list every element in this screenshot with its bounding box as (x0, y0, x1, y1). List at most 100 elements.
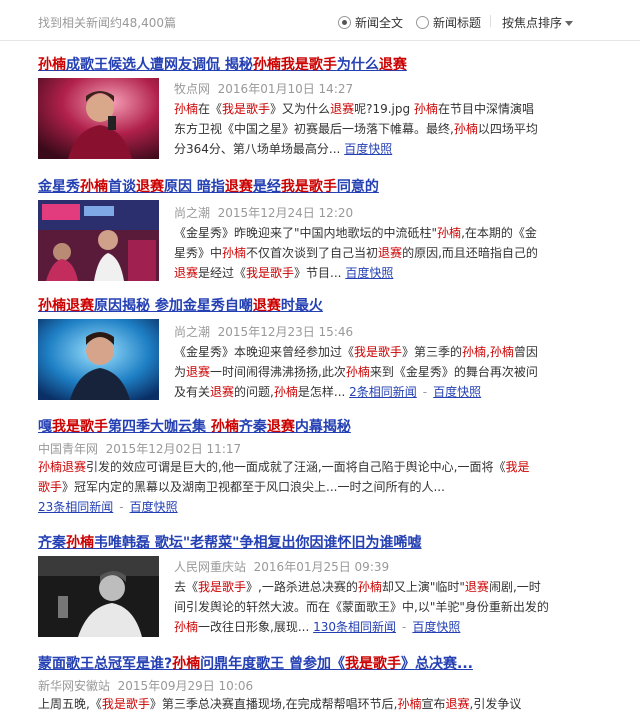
result-links: 23条相同新闻 - 百度快照 (38, 497, 583, 517)
snippet-line: 东方卫视《中国之星》初赛最后一场落下帷幕。最终,孙楠以四场平均 (174, 119, 599, 139)
thumbnail-image[interactable] (38, 78, 159, 159)
related-news-link[interactable]: 2条相同新闻 (349, 385, 417, 399)
result-snippet: 上周五晚,《我是歌手》第三季总决赛直播现场,在完成帮帮唱环节后,孙楠宣布退赛,引… (38, 694, 598, 714)
keyword-highlight: 孙楠 (222, 246, 247, 260)
snippet-text: 却又上演"临时" (381, 580, 465, 594)
keyword-highlight: 退赛 (266, 419, 295, 435)
snippet-text: 曾因 (513, 345, 538, 359)
result-snippet: 孙楠在《我是歌手》又为什么退赛呢?19.jpg 孙楠在节目中深情演唱 东方卫视《中… (174, 99, 599, 159)
result-date: 2015年12月02日 11:17 (105, 442, 242, 456)
keyword-highlight: 孙楠 (80, 179, 108, 195)
thumbnail-image[interactable] (38, 556, 159, 637)
title-text: 齐秦 (238, 419, 267, 435)
snippet-text: 是怎样... (297, 385, 346, 399)
title-text: 首谈 (108, 179, 136, 195)
result-title[interactable]: 孙楠退赛原因揭秘 参加金星秀自嘲退赛时最火 (38, 295, 598, 315)
snippet-text: 星秀》中 (174, 246, 223, 260)
keyword-highlight: 孙楠 (210, 419, 239, 435)
result-source: 尚之潮 (174, 325, 211, 339)
keyword-highlight: 歌手 (38, 480, 63, 494)
result-meta: 尚之潮 2015年12月23日 15:46 (174, 323, 599, 340)
keyword-highlight: 孙楠 (174, 620, 199, 634)
radio-selected-icon[interactable] (338, 16, 351, 29)
snippet-text: 间引发舆论的轩然大波。而在《蒙面歌王》中,以"羊驼"身份重新出发的 (174, 600, 549, 614)
result-title[interactable]: 嘎我是歌手第四季大咖云集 孙楠齐秦退赛内幕揭秘 (38, 416, 598, 436)
result-title[interactable]: 孙楠成歌王候选人遭网友调侃 揭秘孙楠我是歌手为什么退赛 (38, 54, 598, 74)
keyword-highlight: 孙楠 (453, 122, 478, 136)
snippet-text: 来到《金星秀》的舞台再次被问 (369, 365, 538, 379)
keyword-highlight: 孙楠 (273, 385, 298, 399)
radio-unselected-icon[interactable] (416, 16, 429, 29)
snippet-line: 星秀》中孙楠不仅首次谈到了自己当初退赛的原因,而且还暗指自己的 (174, 243, 599, 263)
snippet-text: ,在本期的《金 (461, 226, 537, 240)
snippet-text: 的原因,而且还暗指自己的 (402, 246, 538, 260)
result-meta: 中国青年网 2015年12月02日 11:17 (38, 440, 598, 457)
news-result: 孙楠退赛原因揭秘 参加金星秀自嘲退赛时最火 尚之潮 2015年12月23日 15… (38, 295, 598, 400)
snippet-line: 退赛是经过《我是歌手》节目... 百度快照 (174, 263, 599, 283)
keyword-highlight: 孙楠 (66, 535, 94, 551)
title-text: 成歌王候选人遭网友调侃 揭秘 (66, 57, 253, 73)
title-text: 嘎 (38, 419, 52, 435)
result-title[interactable]: 蒙面歌王总冠军是谁?孙楠问鼎年度歌王 曾参加《我是歌手》总决赛... (38, 653, 598, 673)
keyword-highlight: 退赛 (330, 102, 355, 116)
result-source: 尚之潮 (174, 206, 211, 220)
option-title[interactable]: 新闻标题 (416, 14, 481, 31)
snippet-line: 孙楠一改往日形象,展现... 130条相同新闻 - 百度快照 (174, 617, 599, 637)
search-options-bar: 找到相关新闻约48,400篇 新闻全文 新闻标题 按焦点排序 (0, 0, 640, 41)
snippet-text: 《金星秀》本晚迎来曾经参加过《 (174, 345, 355, 359)
result-source: 新华网安徽站 (38, 679, 111, 693)
keyword-highlight: 我是歌手 (222, 102, 271, 116)
result-title[interactable]: 金星秀孙楠首谈退赛原因 暗指退赛是经我是歌手同意的 (38, 176, 598, 196)
snippet-line: 孙楠退赛引发的效应可谓是巨大的,他一面成就了汪涵,一面将自己陷于舆论中心,一面将… (38, 457, 583, 477)
related-news-link[interactable]: 23条相同新闻 (38, 500, 113, 514)
keyword-highlight: 我是歌手 (280, 57, 337, 73)
keyword-highlight: 孙楠 (357, 580, 382, 594)
snippet-line: 《金星秀》本晚迎来曾经参加过《我是歌手》第三季的孙楠,孙楠曾因 (174, 342, 599, 362)
title-text: 》总决赛... (401, 656, 473, 672)
snippet-text: 的问题, (234, 385, 274, 399)
keyword-highlight: 退赛 (224, 179, 253, 195)
cached-page-link[interactable]: 百度快照 (130, 500, 178, 514)
snippet-text: 》,一路杀进总决赛的 (246, 580, 358, 594)
title-text: 蒙面歌王总冠军是谁? (38, 656, 173, 672)
option-fulltext[interactable]: 新闻全文 (338, 14, 403, 31)
result-source: 人民网重庆站 (174, 560, 247, 574)
related-news-link[interactable]: 130条相同新闻 (313, 620, 396, 634)
snippet-text: 去《 (174, 580, 199, 594)
option-fulltext-label: 新闻全文 (355, 16, 404, 30)
title-text: 为什么 (336, 57, 379, 73)
snippet-text: 东方卫视《中国之星》初赛最后一场落下帷幕。最终, (174, 122, 454, 136)
result-date: 2015年12月24日 12:20 (217, 206, 354, 220)
title-text: 时最火 (280, 298, 323, 314)
keyword-highlight: 我是歌手 (354, 345, 403, 359)
keyword-highlight: 退赛 (186, 365, 211, 379)
cached-page-link[interactable]: 百度快照 (412, 620, 460, 634)
snippet-text: 闹剧,一时 (488, 580, 541, 594)
snippet-text: 《金星秀》昨晚迎来了"中国内地歌坛的中流砥柱" (174, 226, 438, 240)
cached-page-link[interactable]: 百度快照 (345, 266, 393, 280)
snippet-line: 孙楠在《我是歌手》又为什么退赛呢?19.jpg 孙楠在节目中深情演唱 (174, 99, 599, 119)
keyword-highlight: 孙楠 (38, 460, 63, 474)
snippet-text: 》又为什么 (270, 102, 331, 116)
result-title[interactable]: 齐秦孙楠韦唯韩磊 歌坛"老帮菜"争相复出你因谁怀旧为谁唏嘘 (38, 532, 598, 552)
keyword-highlight: 退赛 (464, 580, 489, 594)
snippet-text: 及有关 (174, 385, 211, 399)
thumbnail-image[interactable] (38, 200, 159, 281)
cached-page-link[interactable]: 百度快照 (344, 142, 392, 156)
title-text: 第四季大咖云集 (108, 419, 211, 435)
keyword-highlight: 孙楠 (252, 57, 281, 73)
divider (490, 15, 491, 27)
snippet-text: 》冠军内定的黑幕以及湖南卫视都至于风口浪尖上...一时之间所有的人... (62, 480, 445, 494)
snippet-text: 是经过《 (198, 266, 247, 280)
result-snippet: 《金星秀》本晚迎来曾经参加过《我是歌手》第三季的孙楠,孙楠曾因 为退赛一时间闹得沸… (174, 342, 599, 402)
keyword-highlight: 孙楠 (38, 298, 66, 314)
snippet-line: 为退赛一时间闹得沸沸扬扬,此次孙楠来到《金星秀》的舞台再次被问 (174, 362, 599, 382)
keyword-highlight: 我是歌手 (280, 179, 337, 195)
sort-dropdown[interactable]: 按焦点排序 (502, 14, 574, 31)
keyword-highlight: 孙楠 (172, 656, 201, 672)
cached-page-link[interactable]: 百度快照 (433, 385, 481, 399)
snippet-text: 为 (174, 365, 187, 379)
keyword-highlight: 孙楠 (174, 102, 199, 116)
sort-label: 按焦点排序 (502, 16, 563, 30)
thumbnail-image[interactable] (38, 319, 159, 400)
